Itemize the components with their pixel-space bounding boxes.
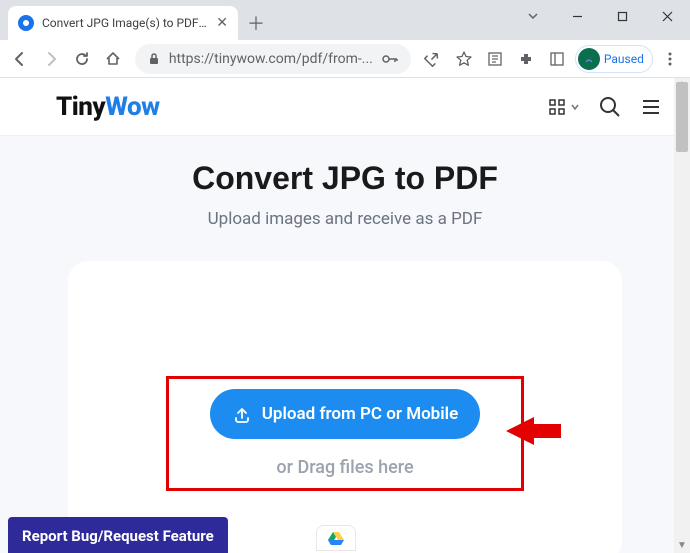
upload-card: Upload from PC or Mobile or Drag files h… <box>68 261 622 553</box>
tab-favicon <box>18 15 34 31</box>
google-drive-icon <box>328 531 344 545</box>
window-controls <box>510 0 690 32</box>
tab-close-icon[interactable]: ✕ <box>216 15 228 31</box>
extensions-icon[interactable] <box>512 44 539 74</box>
drag-files-text: or Drag files here <box>68 457 622 478</box>
google-drive-button[interactable] <box>316 525 356 551</box>
site-header: TinyWow <box>0 78 690 136</box>
address-text: https://tinywow.com/pdf/from-... <box>169 51 373 67</box>
grid-icon <box>548 98 566 116</box>
browser-tab-strip: Convert JPG Image(s) to PDF Onl ✕ ＋ <box>0 0 690 40</box>
tab-title: Convert JPG Image(s) to PDF Onl <box>42 16 208 30</box>
share-icon[interactable] <box>419 44 446 74</box>
annotation-arrow-icon <box>506 411 566 451</box>
upload-icon <box>232 404 252 424</box>
page-viewport: ▲ ▼ TinyWow Convert JPG to PDF Upload im… <box>0 78 690 553</box>
maximize-button[interactable] <box>600 0 645 32</box>
reload-button[interactable] <box>68 44 95 74</box>
apps-menu-button[interactable] <box>548 98 580 116</box>
upload-button[interactable]: Upload from PC or Mobile <box>210 389 480 439</box>
header-actions <box>548 95 662 119</box>
kebab-menu-icon[interactable] <box>657 44 684 74</box>
star-icon[interactable] <box>450 44 477 74</box>
report-bug-label: Report Bug/Request Feature <box>22 527 214 545</box>
hamburger-menu-button[interactable] <box>640 96 662 118</box>
new-tab-button[interactable]: ＋ <box>242 9 270 37</box>
key-icon[interactable] <box>381 52 399 66</box>
browser-toolbar: https://tinywow.com/pdf/from-... Paused <box>0 40 690 78</box>
logo-part2: Wow <box>105 92 159 122</box>
search-button[interactable] <box>598 95 622 119</box>
browser-tab[interactable]: Convert JPG Image(s) to PDF Onl ✕ <box>8 6 238 40</box>
caret-down-icon[interactable] <box>510 0 555 32</box>
page-subtitle: Upload images and receive as a PDF <box>40 209 650 229</box>
logo[interactable]: TinyWow <box>56 92 160 122</box>
minimize-button[interactable] <box>555 0 600 32</box>
page-main: Convert JPG to PDF Upload images and rec… <box>0 136 690 553</box>
page-title: Convert JPG to PDF <box>40 160 650 197</box>
close-window-button[interactable] <box>645 0 690 32</box>
profile-badge[interactable]: Paused <box>575 45 653 73</box>
logo-part1: Tiny <box>56 92 105 122</box>
hamburger-icon <box>640 96 662 118</box>
lock-icon <box>147 52 161 66</box>
address-bar[interactable]: https://tinywow.com/pdf/from-... <box>135 44 411 74</box>
sidebar-toggle-icon[interactable] <box>544 44 571 74</box>
search-icon <box>598 95 622 119</box>
profile-status: Paused <box>604 52 644 66</box>
back-button[interactable] <box>6 44 33 74</box>
profile-avatar-icon <box>578 48 600 70</box>
chevron-down-icon <box>570 102 580 112</box>
home-button[interactable] <box>100 44 127 74</box>
report-bug-button[interactable]: Report Bug/Request Feature <box>8 517 228 553</box>
reader-icon[interactable] <box>481 44 508 74</box>
forward-button[interactable] <box>37 44 64 74</box>
upload-button-label: Upload from PC or Mobile <box>262 404 458 424</box>
